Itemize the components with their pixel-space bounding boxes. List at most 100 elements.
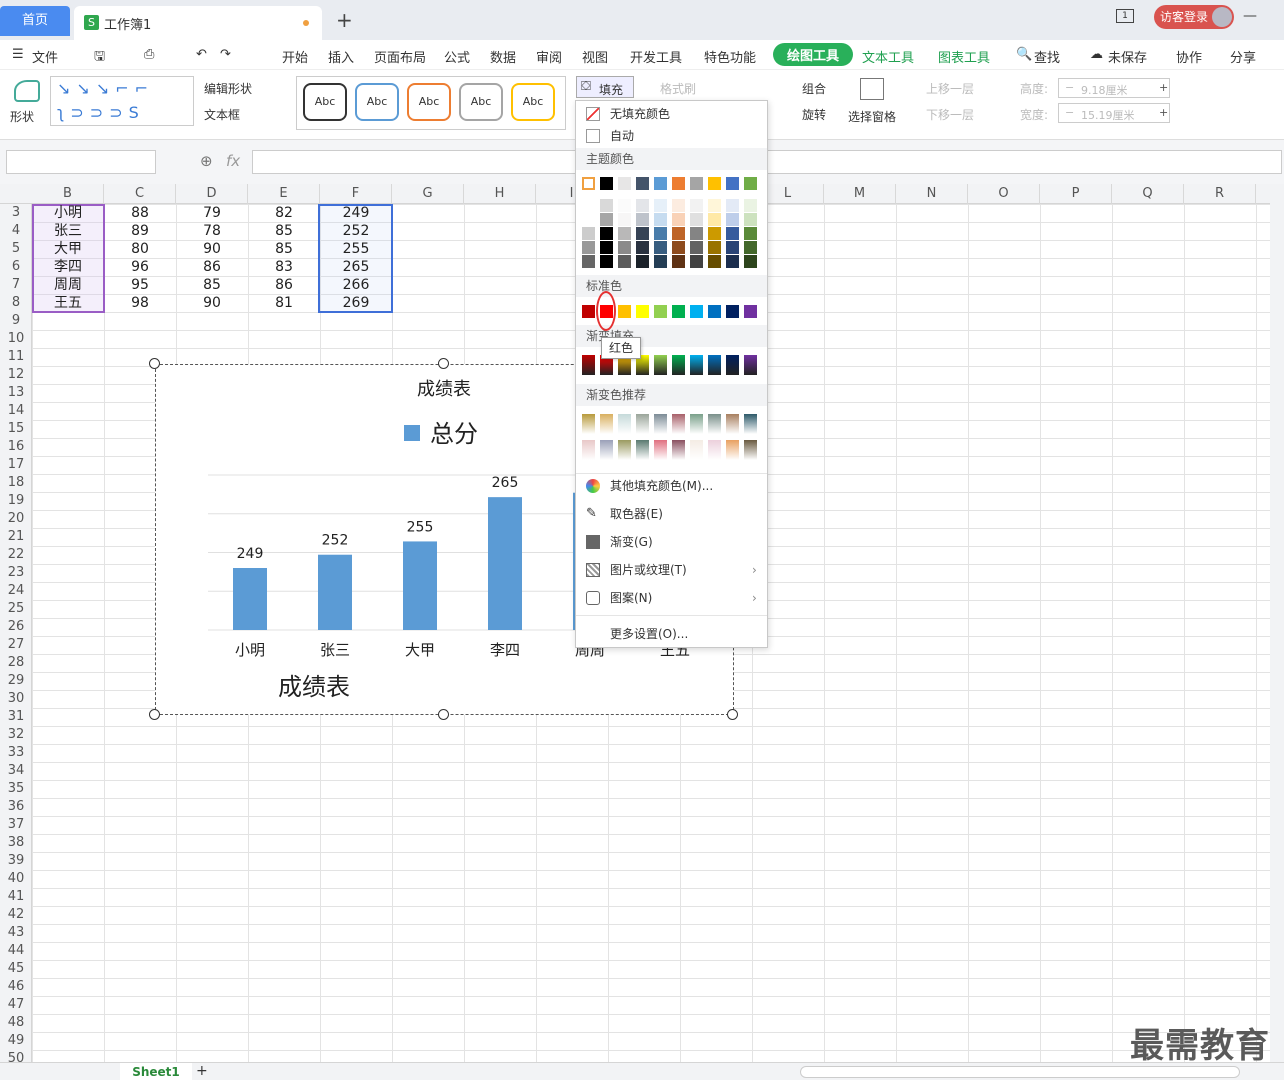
row-header-11[interactable]: 11: [0, 348, 32, 366]
style-preset-2[interactable]: Abc: [355, 83, 399, 121]
gradient-fill-swatch[interactable]: [708, 355, 721, 375]
row-header-48[interactable]: 48: [0, 1014, 32, 1032]
theme-shade-swatch[interactable]: [600, 213, 613, 226]
gradient-recommend-swatch[interactable]: [618, 440, 631, 460]
col-header-N[interactable]: N: [896, 184, 968, 204]
menu-insert[interactable]: 插入: [328, 47, 354, 66]
table-cell[interactable]: 96: [104, 258, 176, 276]
theme-shade-swatch[interactable]: [654, 227, 667, 240]
resize-handle-br[interactable]: [727, 709, 738, 720]
theme-shade-swatch[interactable]: [690, 227, 703, 240]
rotate-button[interactable]: 旋转: [802, 106, 826, 123]
theme-shade-swatch[interactable]: [744, 199, 757, 212]
menu-formula[interactable]: 公式: [444, 47, 470, 66]
gradient-option[interactable]: 渐变(G): [576, 531, 767, 553]
row-header-32[interactable]: 32: [0, 726, 32, 744]
theme-shade-swatch[interactable]: [726, 227, 739, 240]
width-spinner[interactable]: − 15.19厘米 +: [1058, 103, 1170, 123]
resize-handle-tl[interactable]: [149, 358, 160, 369]
menu-text-tools[interactable]: 文本工具: [862, 47, 914, 66]
gradient-recommend-swatch[interactable]: [654, 440, 667, 460]
style-preset-5[interactable]: Abc: [511, 83, 555, 121]
theme-color-swatch[interactable]: [600, 177, 613, 190]
shape-button[interactable]: 形状: [10, 108, 34, 125]
theme-shade-swatch[interactable]: [672, 213, 685, 226]
row-header-35[interactable]: 35: [0, 780, 32, 798]
row-header-13[interactable]: 13: [0, 384, 32, 402]
table-cell[interactable]: 269: [320, 294, 392, 312]
theme-shade-swatch[interactable]: [636, 199, 649, 212]
gradient-fill-swatch[interactable]: [654, 355, 667, 375]
redo-icon[interactable]: ↷: [220, 47, 231, 62]
theme-shade-swatch[interactable]: [654, 199, 667, 212]
style-preset-1[interactable]: Abc: [303, 83, 347, 121]
row-header-25[interactable]: 25: [0, 600, 32, 618]
table-cell[interactable]: 85: [176, 276, 248, 294]
menu-special[interactable]: 特色功能: [704, 47, 756, 66]
bar-小明[interactable]: [233, 568, 267, 630]
search-button[interactable]: 查找: [1034, 47, 1060, 66]
row-header-4[interactable]: 4: [0, 222, 32, 240]
row-header-34[interactable]: 34: [0, 762, 32, 780]
row-header-16[interactable]: 16: [0, 438, 32, 456]
row-header-27[interactable]: 27: [0, 636, 32, 654]
row-header-36[interactable]: 36: [0, 798, 32, 816]
height-spinner[interactable]: − 9.18厘米 +: [1058, 78, 1170, 98]
style-preset-3[interactable]: Abc: [407, 83, 451, 121]
table-cell[interactable]: 周周: [32, 276, 104, 294]
gradient-recommend-swatch[interactable]: [744, 440, 757, 460]
col-header-D[interactable]: D: [176, 184, 248, 204]
shape-icon[interactable]: [14, 80, 40, 102]
collab-button[interactable]: 协作: [1176, 47, 1202, 66]
row-header-21[interactable]: 21: [0, 528, 32, 546]
select-pane-button[interactable]: 选择窗格: [848, 108, 896, 125]
more-fill-colors-option[interactable]: 其他填充颜色(M)...: [576, 475, 767, 497]
table-cell[interactable]: 79: [176, 204, 248, 222]
table-cell[interactable]: 95: [104, 276, 176, 294]
theme-color-grid[interactable]: [576, 175, 767, 271]
row-header-23[interactable]: 23: [0, 564, 32, 582]
theme-shade-swatch[interactable]: [726, 241, 739, 254]
auto-fill-option[interactable]: 自动: [576, 125, 767, 147]
theme-shade-swatch[interactable]: [744, 213, 757, 226]
theme-shade-swatch[interactable]: [618, 227, 631, 240]
standard-color-swatch[interactable]: [690, 305, 703, 318]
theme-shade-swatch[interactable]: [744, 227, 757, 240]
theme-shade-swatch[interactable]: [654, 213, 667, 226]
fx-icon[interactable]: fx: [226, 152, 240, 170]
row-header-18[interactable]: 18: [0, 474, 32, 492]
search-icon[interactable]: 🔍: [1016, 47, 1032, 62]
table-cell[interactable]: 88: [104, 204, 176, 222]
theme-color-swatch[interactable]: [690, 177, 703, 190]
table-cell[interactable]: 255: [320, 240, 392, 258]
tab-workbook[interactable]: S 工作簿1: [74, 6, 322, 40]
gradient-recommend-swatch[interactable]: [582, 440, 595, 460]
row-header-28[interactable]: 28: [0, 654, 32, 672]
col-header-H[interactable]: H: [464, 184, 536, 204]
theme-shade-swatch[interactable]: [600, 199, 613, 212]
gradient-recommend-swatch[interactable]: [600, 414, 613, 434]
gradient-recommend-swatch[interactable]: [726, 414, 739, 434]
col-header-Q[interactable]: Q: [1112, 184, 1184, 204]
vertical-scrollbar[interactable]: [1270, 184, 1284, 1062]
row-header-17[interactable]: 17: [0, 456, 32, 474]
theme-shade-swatch[interactable]: [654, 241, 667, 254]
no-fill-option[interactable]: 无填充颜色: [576, 103, 767, 125]
gradient-recommend-swatch[interactable]: [636, 440, 649, 460]
bar-大甲[interactable]: [403, 541, 437, 630]
table-cell[interactable]: 李四: [32, 258, 104, 276]
table-cell[interactable]: 89: [104, 222, 176, 240]
row-header-46[interactable]: 46: [0, 978, 32, 996]
table-cell[interactable]: 78: [176, 222, 248, 240]
theme-shade-swatch[interactable]: [618, 241, 631, 254]
table-cell[interactable]: 张三: [32, 222, 104, 240]
row-header-37[interactable]: 37: [0, 816, 32, 834]
eyedropper-option[interactable]: ✎ 取色器(E): [576, 503, 767, 525]
table-cell[interactable]: 85: [248, 222, 320, 240]
row-header-5[interactable]: 5: [0, 240, 32, 258]
row-header-39[interactable]: 39: [0, 852, 32, 870]
theme-shade-swatch[interactable]: [618, 213, 631, 226]
theme-shade-swatch[interactable]: [672, 241, 685, 254]
theme-shade-swatch[interactable]: [708, 213, 721, 226]
style-preset-4[interactable]: Abc: [459, 83, 503, 121]
